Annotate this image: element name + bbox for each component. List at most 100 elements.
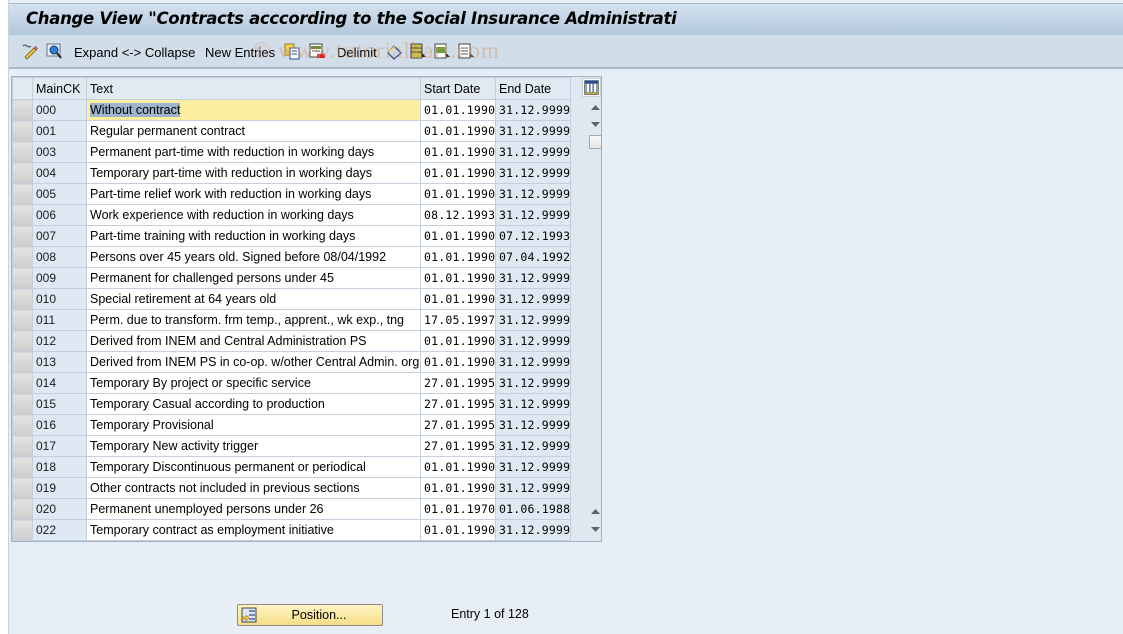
cell-start-date-input[interactable]: 01.01.1990 [420,267,496,289]
select-all-icon[interactable] [410,43,427,60]
cell-mainck: 022 [32,519,87,541]
cell-text-input[interactable]: Regular permanent contract [86,120,421,142]
cell-start-date-input[interactable]: 01.01.1990 [420,351,496,373]
row-selector[interactable] [12,456,33,478]
cell-text-input[interactable]: Temporary Provisional [86,414,421,436]
row-selector[interactable] [12,183,33,205]
cell-text-input[interactable]: Temporary part-time with reduction in wo… [86,162,421,184]
select-block-icon[interactable] [434,43,451,60]
cell-text-input[interactable]: Temporary New activity trigger [86,435,421,457]
cell-text-input[interactable]: Permanent part-time with reduction in wo… [86,141,421,163]
row-selector[interactable] [12,351,33,373]
row-selector[interactable] [12,519,33,541]
cell-text-input[interactable]: Other contracts not included in previous… [86,477,421,499]
cell-text-input[interactable]: Permanent unemployed persons under 26 [86,498,421,520]
cell-start-date-input[interactable]: 01.01.1990 [420,246,496,268]
cell-mainck: 001 [32,120,87,142]
row-selector[interactable] [12,393,33,415]
cell-start-date-input[interactable]: 01.01.1990 [420,288,496,310]
page-down-button[interactable] [589,523,602,537]
page-up-button[interactable] [589,505,602,519]
cell-start-date-input[interactable]: 27.01.1995 [420,372,496,394]
expand-collapse-button[interactable]: Expand <-> Collapse [74,42,195,62]
cell-text-input[interactable]: Temporary Discontinuous permanent or per… [86,456,421,478]
deselect-all-icon[interactable] [458,43,475,60]
row-selector[interactable] [12,414,33,436]
row-selector[interactable] [12,309,33,331]
cell-end-date: 07.12.1993 [495,225,571,247]
cell-text-input[interactable]: Derived from INEM and Central Administra… [86,330,421,352]
table-row: 006 Work experience with reduction in wor… [12,204,571,226]
delete-icon[interactable] [309,43,326,60]
details-icon[interactable] [46,43,63,60]
cell-start-date-input[interactable]: 08.12.1993 [420,204,496,226]
cell-text-input[interactable]: Permanent for challenged persons under 4… [86,267,421,289]
row-selector[interactable] [12,99,33,121]
cell-mainck: 011 [32,309,87,331]
cell-text-input[interactable]: Persons over 45 years old. Signed before… [86,246,421,268]
cell-start-date-input[interactable]: 17.05.1997 [420,309,496,331]
column-header-mainck[interactable]: MainCK [32,77,87,100]
delimit-button[interactable]: Delimit [337,42,377,62]
scroll-up-button[interactable] [589,101,602,115]
cell-end-date: 31.12.9999 [495,288,571,310]
cell-start-date-input[interactable]: 27.01.1995 [420,393,496,415]
cell-text-input[interactable]: Without contract [86,99,421,121]
row-selector[interactable] [12,330,33,352]
vertical-scrollbar[interactable] [589,100,602,541]
row-selector[interactable] [12,477,33,499]
cell-text-input[interactable]: Temporary By project or specific service [86,372,421,394]
row-selector[interactable] [12,141,33,163]
cell-start-date-input[interactable]: 01.01.1990 [420,519,496,541]
cell-start-date-input[interactable]: 01.01.1970 [420,498,496,520]
cell-text-value: Other contracts not included in previous… [90,481,360,495]
display-change-icon[interactable] [22,43,39,60]
table-settings-icon[interactable] [582,78,601,97]
cell-start-date-input[interactable]: 01.01.1990 [420,120,496,142]
select-all-rows-header[interactable] [12,77,33,100]
arrow-down-icon [591,527,600,532]
cell-text-input[interactable]: Derived from INEM PS in co-op. w/other C… [86,351,421,373]
column-header-start-date[interactable]: Start Date [420,77,496,100]
column-header-end-date[interactable]: End Date [495,77,571,100]
cell-text-input[interactable]: Temporary contract as employment initiat… [86,519,421,541]
row-selector[interactable] [12,120,33,142]
cell-start-date-input[interactable]: 01.01.1990 [420,477,496,499]
cell-text-input[interactable]: Work experience with reduction in workin… [86,204,421,226]
cell-start-date-input[interactable]: 27.01.1995 [420,435,496,457]
cell-end-date: 31.12.9999 [495,351,571,373]
cell-start-date-input[interactable]: 01.01.1990 [420,99,496,121]
row-selector[interactable] [12,162,33,184]
cell-text-input[interactable]: Special retirement at 64 years old [86,288,421,310]
cell-start-date-input[interactable]: 01.01.1990 [420,456,496,478]
scrollbar-thumb[interactable] [589,135,602,149]
cell-start-date-input[interactable]: 01.01.1990 [420,225,496,247]
cell-text-input[interactable]: Part-time training with reduction in wor… [86,225,421,247]
undo-change-icon[interactable] [386,43,403,60]
cell-start-date-input[interactable]: 27.01.1995 [420,414,496,436]
row-selector[interactable] [12,204,33,226]
table-row: 007 Part-time training with reduction in … [12,225,571,247]
column-header-text[interactable]: Text [86,77,421,100]
cell-text-input[interactable]: Temporary Casual according to production [86,393,421,415]
row-selector[interactable] [12,225,33,247]
scroll-down-button[interactable] [589,118,602,132]
cell-start-date-input[interactable]: 01.01.1990 [420,162,496,184]
new-entries-button[interactable]: New Entries [205,42,275,62]
cell-start-date-input[interactable]: 01.01.1990 [420,183,496,205]
cell-text-input[interactable]: Part-time relief work with reduction in … [86,183,421,205]
cell-text-value: Part-time training with reduction in wor… [90,229,356,243]
copy-as-icon[interactable] [284,43,301,60]
row-selector[interactable] [12,498,33,520]
row-selector[interactable] [12,267,33,289]
cell-mainck: 012 [32,330,87,352]
position-button[interactable]: Position... [237,604,383,626]
row-selector[interactable] [12,288,33,310]
cell-text-value: Without contract [90,103,181,117]
cell-text-input[interactable]: Perm. due to transform. frm temp., appre… [86,309,421,331]
row-selector[interactable] [12,372,33,394]
cell-start-date-input[interactable]: 01.01.1990 [420,330,496,352]
row-selector[interactable] [12,246,33,268]
row-selector[interactable] [12,435,33,457]
cell-start-date-input[interactable]: 01.01.1990 [420,141,496,163]
